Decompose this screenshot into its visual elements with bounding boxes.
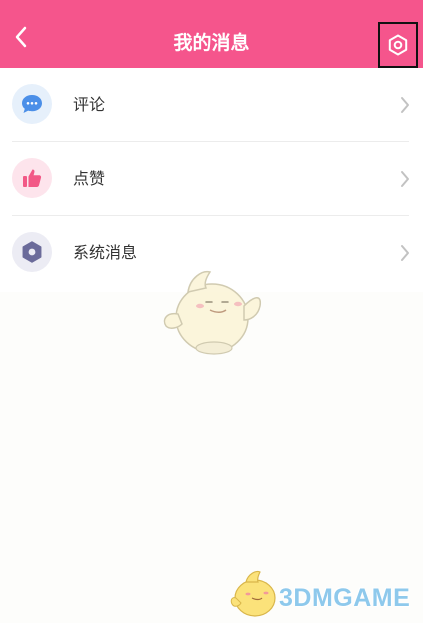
- comment-bubble-icon: [22, 95, 42, 113]
- list-item-likes[interactable]: 点赞: [0, 142, 423, 215]
- settings-button[interactable]: [378, 22, 418, 68]
- top-bar: 我的消息: [0, 0, 423, 68]
- list-item-label: 系统消息: [73, 243, 138, 262]
- watermark-logo: [230, 570, 276, 617]
- thumbs-up-icon: [23, 169, 42, 187]
- list-item-comments[interactable]: 评论: [0, 68, 423, 141]
- chevron-right-icon: [401, 97, 409, 113]
- gear-icon: [388, 34, 408, 56]
- list-item-label: 点赞: [73, 169, 106, 188]
- mascot-watermark: [163, 270, 262, 355]
- watermark-text: 3DMGAME: [279, 584, 411, 612]
- message-category-list: 评论 点赞 系统消息: [0, 68, 423, 292]
- page-title: 我的消息: [173, 32, 250, 54]
- comment-icon-badge: [12, 84, 52, 124]
- like-icon-badge: [12, 158, 52, 198]
- list-item-label: 评论: [73, 95, 106, 114]
- chevron-right-icon: [401, 245, 409, 261]
- gear-icon: [22, 241, 42, 263]
- chevron-right-icon: [401, 171, 409, 187]
- system-icon-badge: [12, 232, 52, 272]
